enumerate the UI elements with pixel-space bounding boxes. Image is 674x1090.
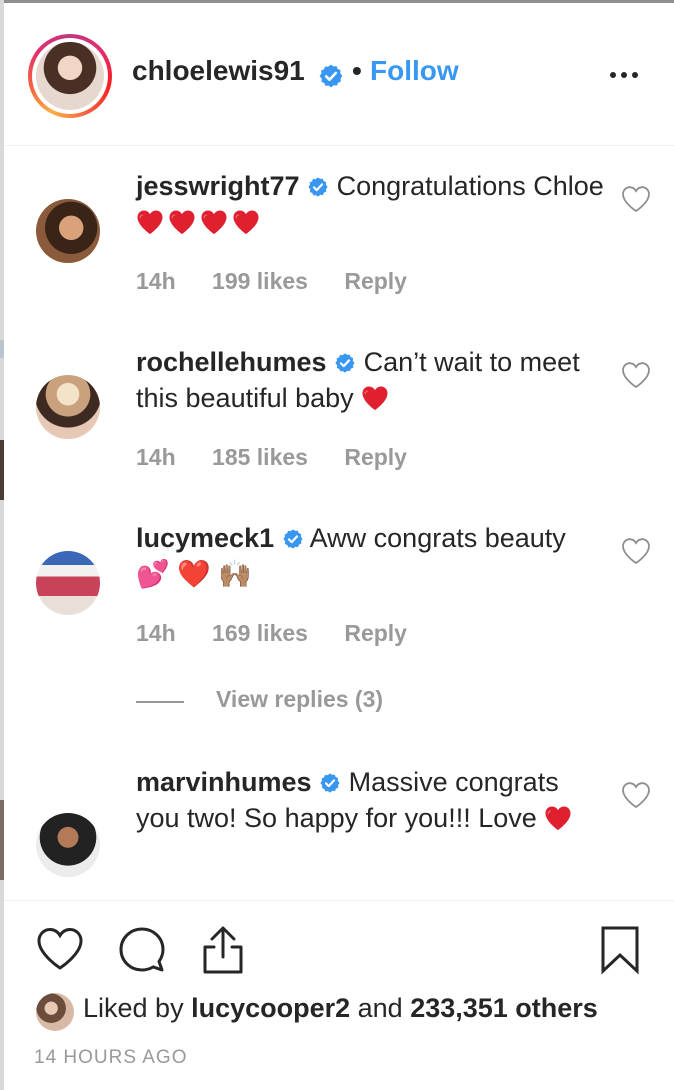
post-header: chloelewis91 • Follow: [4, 3, 674, 146]
reply-button[interactable]: Reply: [344, 620, 407, 646]
comment-likes[interactable]: 169 likes: [212, 620, 308, 646]
comment-likes[interactable]: 199 likes: [212, 268, 308, 294]
likes-text: Liked by lucycooper2 and 233,351 others: [83, 993, 598, 1024]
red-heart-emoji-icon: [232, 209, 260, 235]
comment-text: lucymeck1 Aww congrats beauty 💕 ❤️ 🙌🏽: [136, 520, 606, 592]
post-timestamp[interactable]: 14 HOURS AGO: [34, 1047, 188, 1069]
author-avatar[interactable]: [28, 34, 112, 118]
red-heart-emoji-icon: [544, 805, 572, 831]
verified-badge-icon: [319, 772, 341, 794]
comment-text: jesswright77 Congratulations Chloe: [136, 168, 606, 240]
comment-meta: 14h 199 likes Reply: [136, 268, 437, 295]
comment-like-heart-icon[interactable]: [621, 537, 651, 565]
verified-badge-icon: [307, 176, 329, 198]
reply-button[interactable]: Reply: [344, 268, 407, 294]
red-heart-emoji-icon: [361, 385, 389, 411]
likes-prefix: Liked by: [83, 993, 192, 1023]
heart-outline-icon[interactable]: [36, 926, 84, 972]
likes-count[interactable]: 233,351 others: [410, 993, 598, 1023]
share-upload-icon[interactable]: [200, 925, 246, 975]
commenter-avatar[interactable]: [36, 199, 100, 263]
commenter-username[interactable]: marvinhumes: [136, 767, 312, 797]
commenter-avatar[interactable]: [36, 551, 100, 615]
verified-badge-icon: [334, 352, 356, 374]
comment-like-heart-icon[interactable]: [621, 185, 651, 213]
commenter-username[interactable]: jesswright77: [136, 171, 300, 201]
comment-emoji: 💕 ❤️ 🙌🏽: [136, 559, 252, 589]
separator-dot: •: [352, 55, 362, 86]
view-replies-link[interactable]: View replies (3): [216, 686, 383, 713]
comment-text: marvinhumes Massive congrats you two! So…: [136, 764, 606, 836]
comment-time[interactable]: 14h: [136, 620, 176, 646]
likes-summary: Liked by lucycooper2 and 233,351 others: [34, 991, 654, 1031]
comment-like-heart-icon[interactable]: [621, 781, 651, 809]
comment-meta: 14h 185 likes Reply: [136, 444, 437, 471]
follow-button[interactable]: Follow: [370, 55, 459, 87]
red-heart-emoji-icon: [200, 209, 228, 235]
comment-body: Congratulations Chloe: [336, 171, 604, 201]
comment-time[interactable]: 14h: [136, 444, 176, 470]
comment-meta: 14h 169 likes Reply: [136, 620, 437, 647]
comment-like-heart-icon[interactable]: [621, 361, 651, 389]
red-heart-emoji-icon: [136, 209, 164, 235]
red-heart-emoji-icon: [168, 209, 196, 235]
author-username[interactable]: chloelewis91: [132, 55, 305, 87]
author-photo: [36, 42, 104, 110]
post-actions: Liked by lucycooper2 and 233,351 others …: [4, 900, 674, 1090]
comment-bubble-icon[interactable]: [118, 926, 166, 974]
comment-time[interactable]: 14h: [136, 268, 176, 294]
commenter-avatar[interactable]: [36, 813, 100, 877]
reply-button[interactable]: Reply: [344, 444, 407, 470]
verified-badge-icon: [318, 63, 344, 89]
commenter-username[interactable]: lucymeck1: [136, 523, 274, 553]
likes-middle: and: [350, 993, 411, 1023]
verified-badge-icon: [282, 528, 304, 550]
more-options-icon[interactable]: [608, 69, 640, 83]
comment-text: rochellehumes Can’t wait to meet this be…: [136, 344, 606, 416]
replies-divider-line: [136, 701, 184, 703]
liker-username[interactable]: lucycooper2: [191, 993, 350, 1023]
commenter-avatar[interactable]: [36, 375, 100, 439]
comment-likes[interactable]: 185 likes: [212, 444, 308, 470]
liker-avatar[interactable]: [36, 993, 74, 1031]
bookmark-icon[interactable]: [600, 925, 640, 975]
comment-body: Aww congrats beauty: [309, 523, 566, 553]
commenter-username[interactable]: rochellehumes: [136, 347, 327, 377]
